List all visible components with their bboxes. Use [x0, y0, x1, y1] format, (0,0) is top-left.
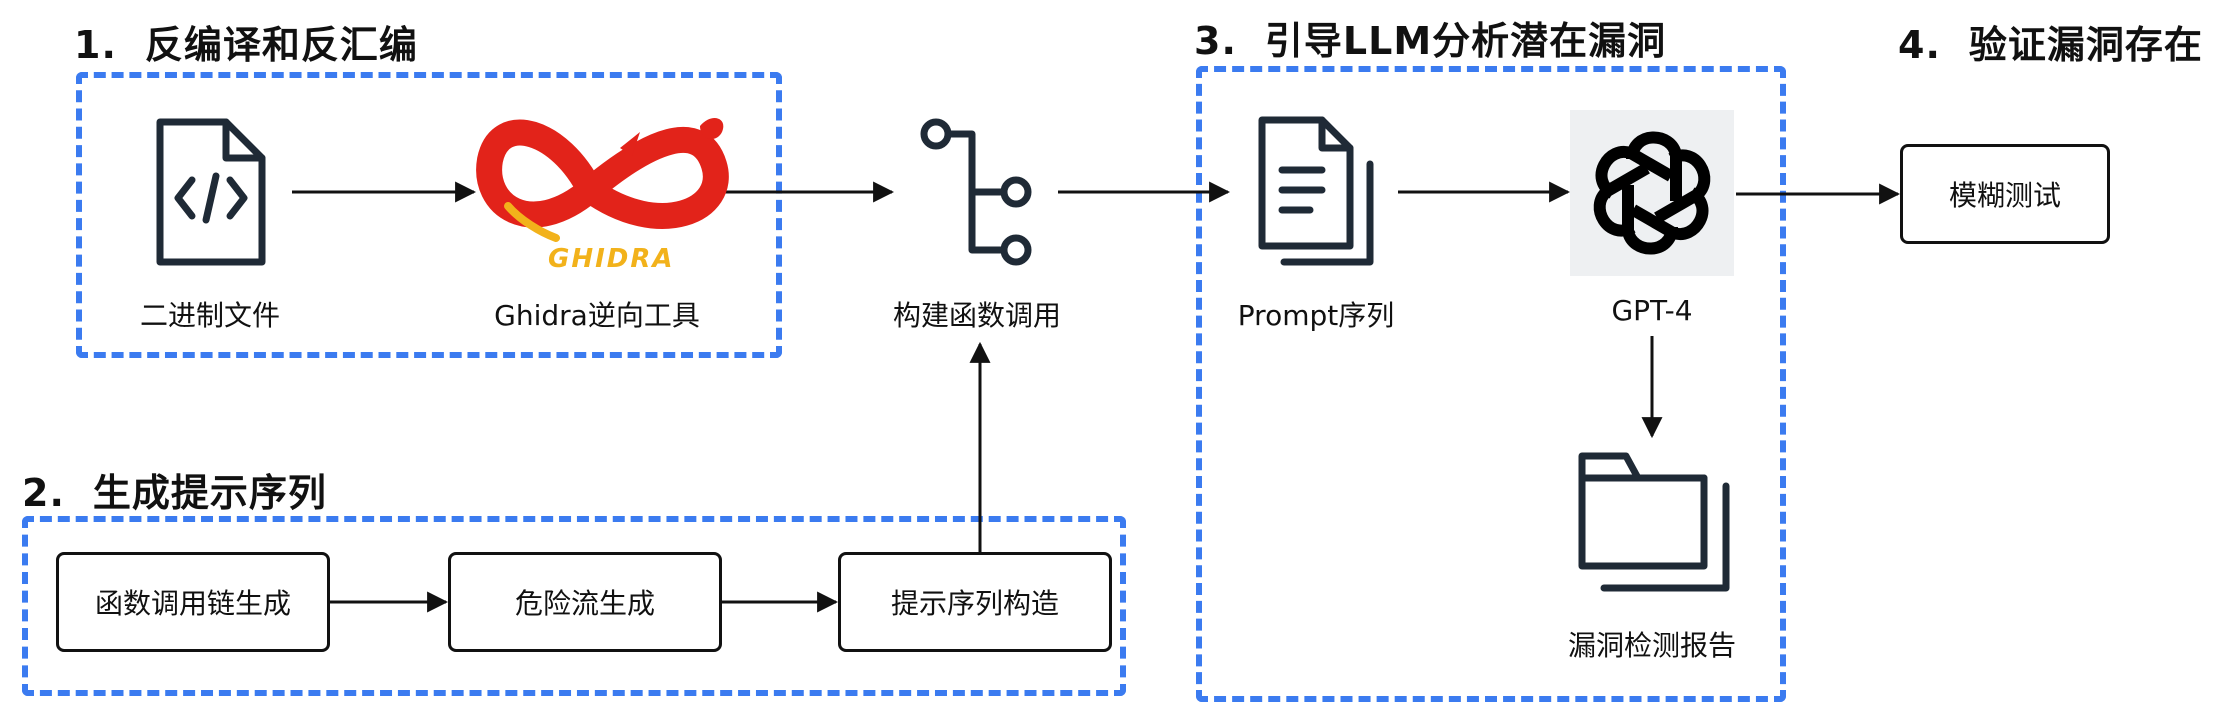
prompt-construct-box: 提示序列构造 [838, 552, 1112, 652]
build-calls-label: 构建函数调用 [892, 299, 1062, 332]
function-tree-icon [920, 118, 1032, 266]
code-file-icon [156, 118, 266, 266]
ghidra-tool-label: Ghidra逆向工具 [494, 299, 700, 332]
danger-flow-box: 危险流生成 [448, 552, 722, 652]
openai-logo-icon [1570, 110, 1734, 276]
binary-file-label: 二进制文件 [139, 299, 281, 332]
ghidra-logo-text: GHIDRA [548, 244, 675, 274]
prompt-seq-label: Prompt序列 [1237, 299, 1395, 332]
folder-icon [1578, 452, 1730, 592]
documents-icon [1258, 116, 1374, 266]
gpt4-label: GPT-4 [1611, 294, 1693, 327]
fuzz-test-box: 模糊测试 [1900, 144, 2110, 244]
vuln-report-label: 漏洞检测报告 [1567, 629, 1737, 662]
ghidra-dragon-logo [476, 118, 729, 242]
call-chain-box: 函数调用链生成 [56, 552, 330, 652]
connector-layer [156, 110, 1901, 613]
